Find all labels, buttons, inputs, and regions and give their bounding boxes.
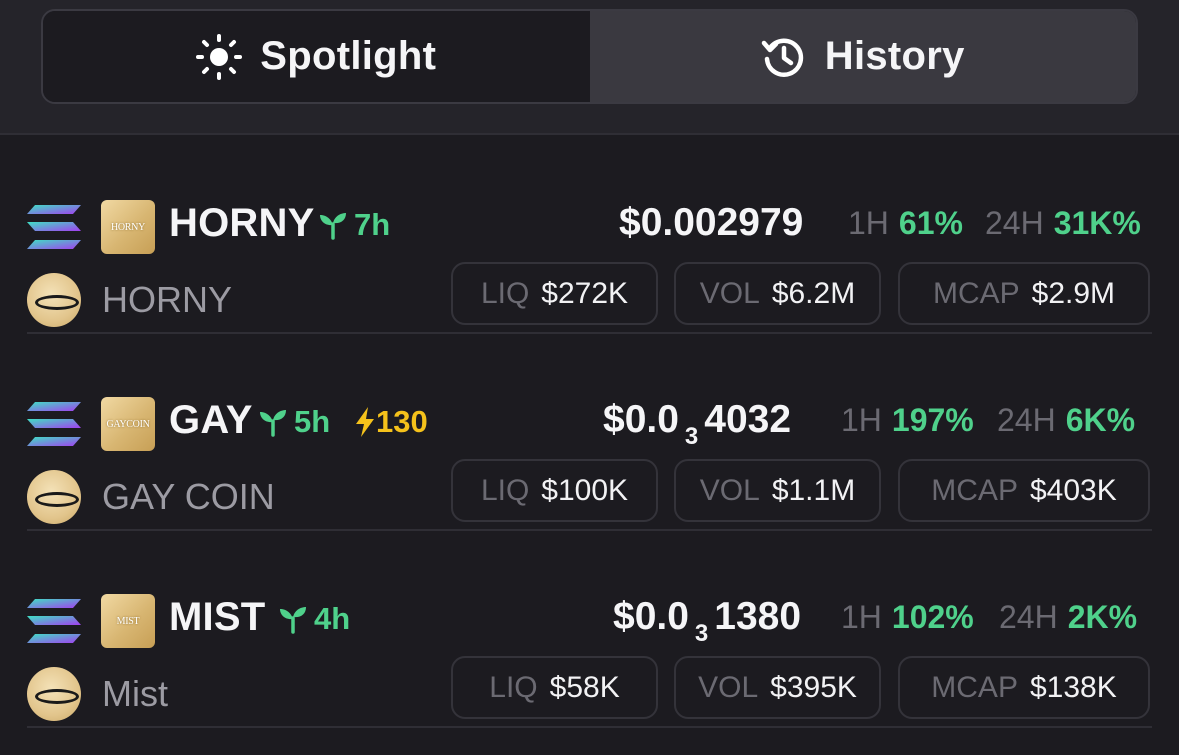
- price-tail: 4032: [704, 398, 792, 441]
- token-image: HORNY: [101, 200, 155, 254]
- sun-icon: [196, 33, 243, 80]
- change-24h-label: 24H: [999, 599, 1058, 635]
- lightning-icon: [356, 407, 374, 437]
- change-24h-label: 24H: [997, 402, 1056, 438]
- price-main: $0.0: [613, 595, 689, 638]
- price-zero-count: 3: [694, 620, 709, 647]
- vol-label: VOL: [699, 473, 760, 507]
- mcap-pill: MCAP $138K: [898, 656, 1150, 719]
- price-tail: 1380: [714, 595, 802, 638]
- mcap-pill: MCAP $403K: [898, 459, 1150, 522]
- change-1h: 1H 61%: [848, 205, 963, 242]
- liq-pill: LIQ $100K: [451, 459, 658, 522]
- token-symbol: HORNY: [169, 201, 315, 245]
- token-row[interactable]: MIST MIST 4h Mist $0.0 3 1380 1H 102% 24H 2K…: [0, 531, 1179, 728]
- dex-icon: [27, 273, 81, 327]
- change-24h-value: 2K%: [1067, 599, 1138, 635]
- liq-value: $58K: [549, 670, 620, 704]
- solana-icon: [27, 205, 81, 249]
- token-age: 7h: [318, 207, 390, 243]
- token-age-value: 7h: [354, 207, 391, 242]
- change-1h: 1H 197%: [841, 402, 974, 439]
- vol-pill: VOL $395K: [674, 656, 881, 719]
- token-price: $0.002979: [619, 201, 803, 245]
- seedling-icon: [320, 213, 346, 240]
- mcap-value: $2.9M: [1031, 276, 1116, 310]
- token-name: HORNY: [102, 279, 233, 320]
- token-image: MIST: [101, 594, 155, 648]
- view-tabs: Spotlight History: [41, 9, 1138, 104]
- change-1h-value: 102%: [891, 599, 974, 635]
- mcap-label: MCAP: [931, 473, 1018, 507]
- liq-label: LIQ: [489, 670, 538, 704]
- liq-label: LIQ: [480, 473, 530, 507]
- mcap-value: $403K: [1029, 473, 1117, 507]
- token-age: 4h: [278, 601, 350, 637]
- token-image: GAYCOIN: [101, 397, 155, 451]
- token-name: Mist: [102, 673, 168, 714]
- mcap-pill: MCAP $2.9M: [898, 262, 1150, 325]
- seedling-icon: [260, 410, 286, 437]
- dex-icon: [27, 470, 81, 524]
- price-main: $0.0: [603, 398, 679, 441]
- liq-value: $272K: [541, 276, 629, 310]
- token-age-value: 4h: [314, 601, 351, 636]
- change-1h-label: 1H: [841, 599, 882, 635]
- vol-label: VOL: [699, 276, 760, 310]
- change-1h: 1H 102%: [841, 599, 974, 636]
- vol-pill: VOL $1.1M: [674, 459, 881, 522]
- liq-value: $100K: [541, 473, 629, 507]
- price-zero-count: 3: [684, 423, 699, 450]
- vol-value: $395K: [770, 670, 857, 704]
- token-boost: 130: [354, 404, 428, 440]
- liq-label: LIQ: [480, 276, 530, 310]
- change-24h-value: 6K%: [1065, 402, 1136, 438]
- change-24h-label: 24H: [985, 205, 1044, 241]
- vol-value: $6.2M: [771, 276, 856, 310]
- vol-pill: VOL $6.2M: [674, 262, 881, 325]
- seedling-icon: [280, 607, 306, 634]
- change-1h-value: 61%: [898, 205, 963, 241]
- change-24h: 24H 31K%: [985, 205, 1141, 242]
- token-boost-value: 130: [376, 404, 428, 439]
- mcap-value: $138K: [1029, 670, 1117, 704]
- solana-icon: [27, 402, 81, 446]
- tab-history-label: History: [824, 34, 965, 78]
- vol-label: VOL: [698, 670, 759, 704]
- liq-pill: LIQ $58K: [451, 656, 658, 719]
- tab-spotlight-label: Spotlight: [260, 34, 437, 78]
- mcap-label: MCAP: [932, 276, 1020, 310]
- change-1h-label: 1H: [841, 402, 882, 438]
- token-row[interactable]: HORNY HORNY 7h HORNY $0.002979 1H 61% 24H…: [0, 137, 1179, 334]
- token-symbol: GAY: [169, 398, 253, 442]
- token-age-value: 5h: [294, 404, 331, 439]
- tab-spotlight[interactable]: Spotlight: [43, 11, 590, 102]
- vol-value: $1.1M: [771, 473, 856, 507]
- liq-pill: LIQ $272K: [451, 262, 658, 325]
- top-bar: Spotlight History: [0, 0, 1179, 135]
- solana-icon: [27, 599, 81, 643]
- change-24h: 24H 6K%: [997, 402, 1135, 439]
- token-price: $0.0 3 1380: [613, 595, 802, 647]
- change-24h-value: 31K%: [1053, 205, 1141, 241]
- token-price: $0.0 3 4032: [603, 398, 792, 450]
- history-icon: [761, 34, 807, 80]
- row-divider: [27, 726, 1152, 728]
- change-1h-label: 1H: [848, 205, 889, 241]
- change-24h: 24H 2K%: [999, 599, 1137, 636]
- token-symbol: MIST: [169, 595, 266, 639]
- dex-icon: [27, 667, 81, 721]
- change-1h-value: 197%: [891, 402, 974, 438]
- price-main: $0.002979: [619, 201, 804, 244]
- mcap-label: MCAP: [931, 670, 1018, 704]
- tab-history[interactable]: History: [589, 11, 1136, 102]
- token-age: 5h: [258, 404, 330, 440]
- token-name: GAY COIN: [102, 476, 275, 517]
- token-row[interactable]: GAYCOIN GAY 5h 130 GAY COIN $0.0 3 4032 1H…: [0, 334, 1179, 531]
